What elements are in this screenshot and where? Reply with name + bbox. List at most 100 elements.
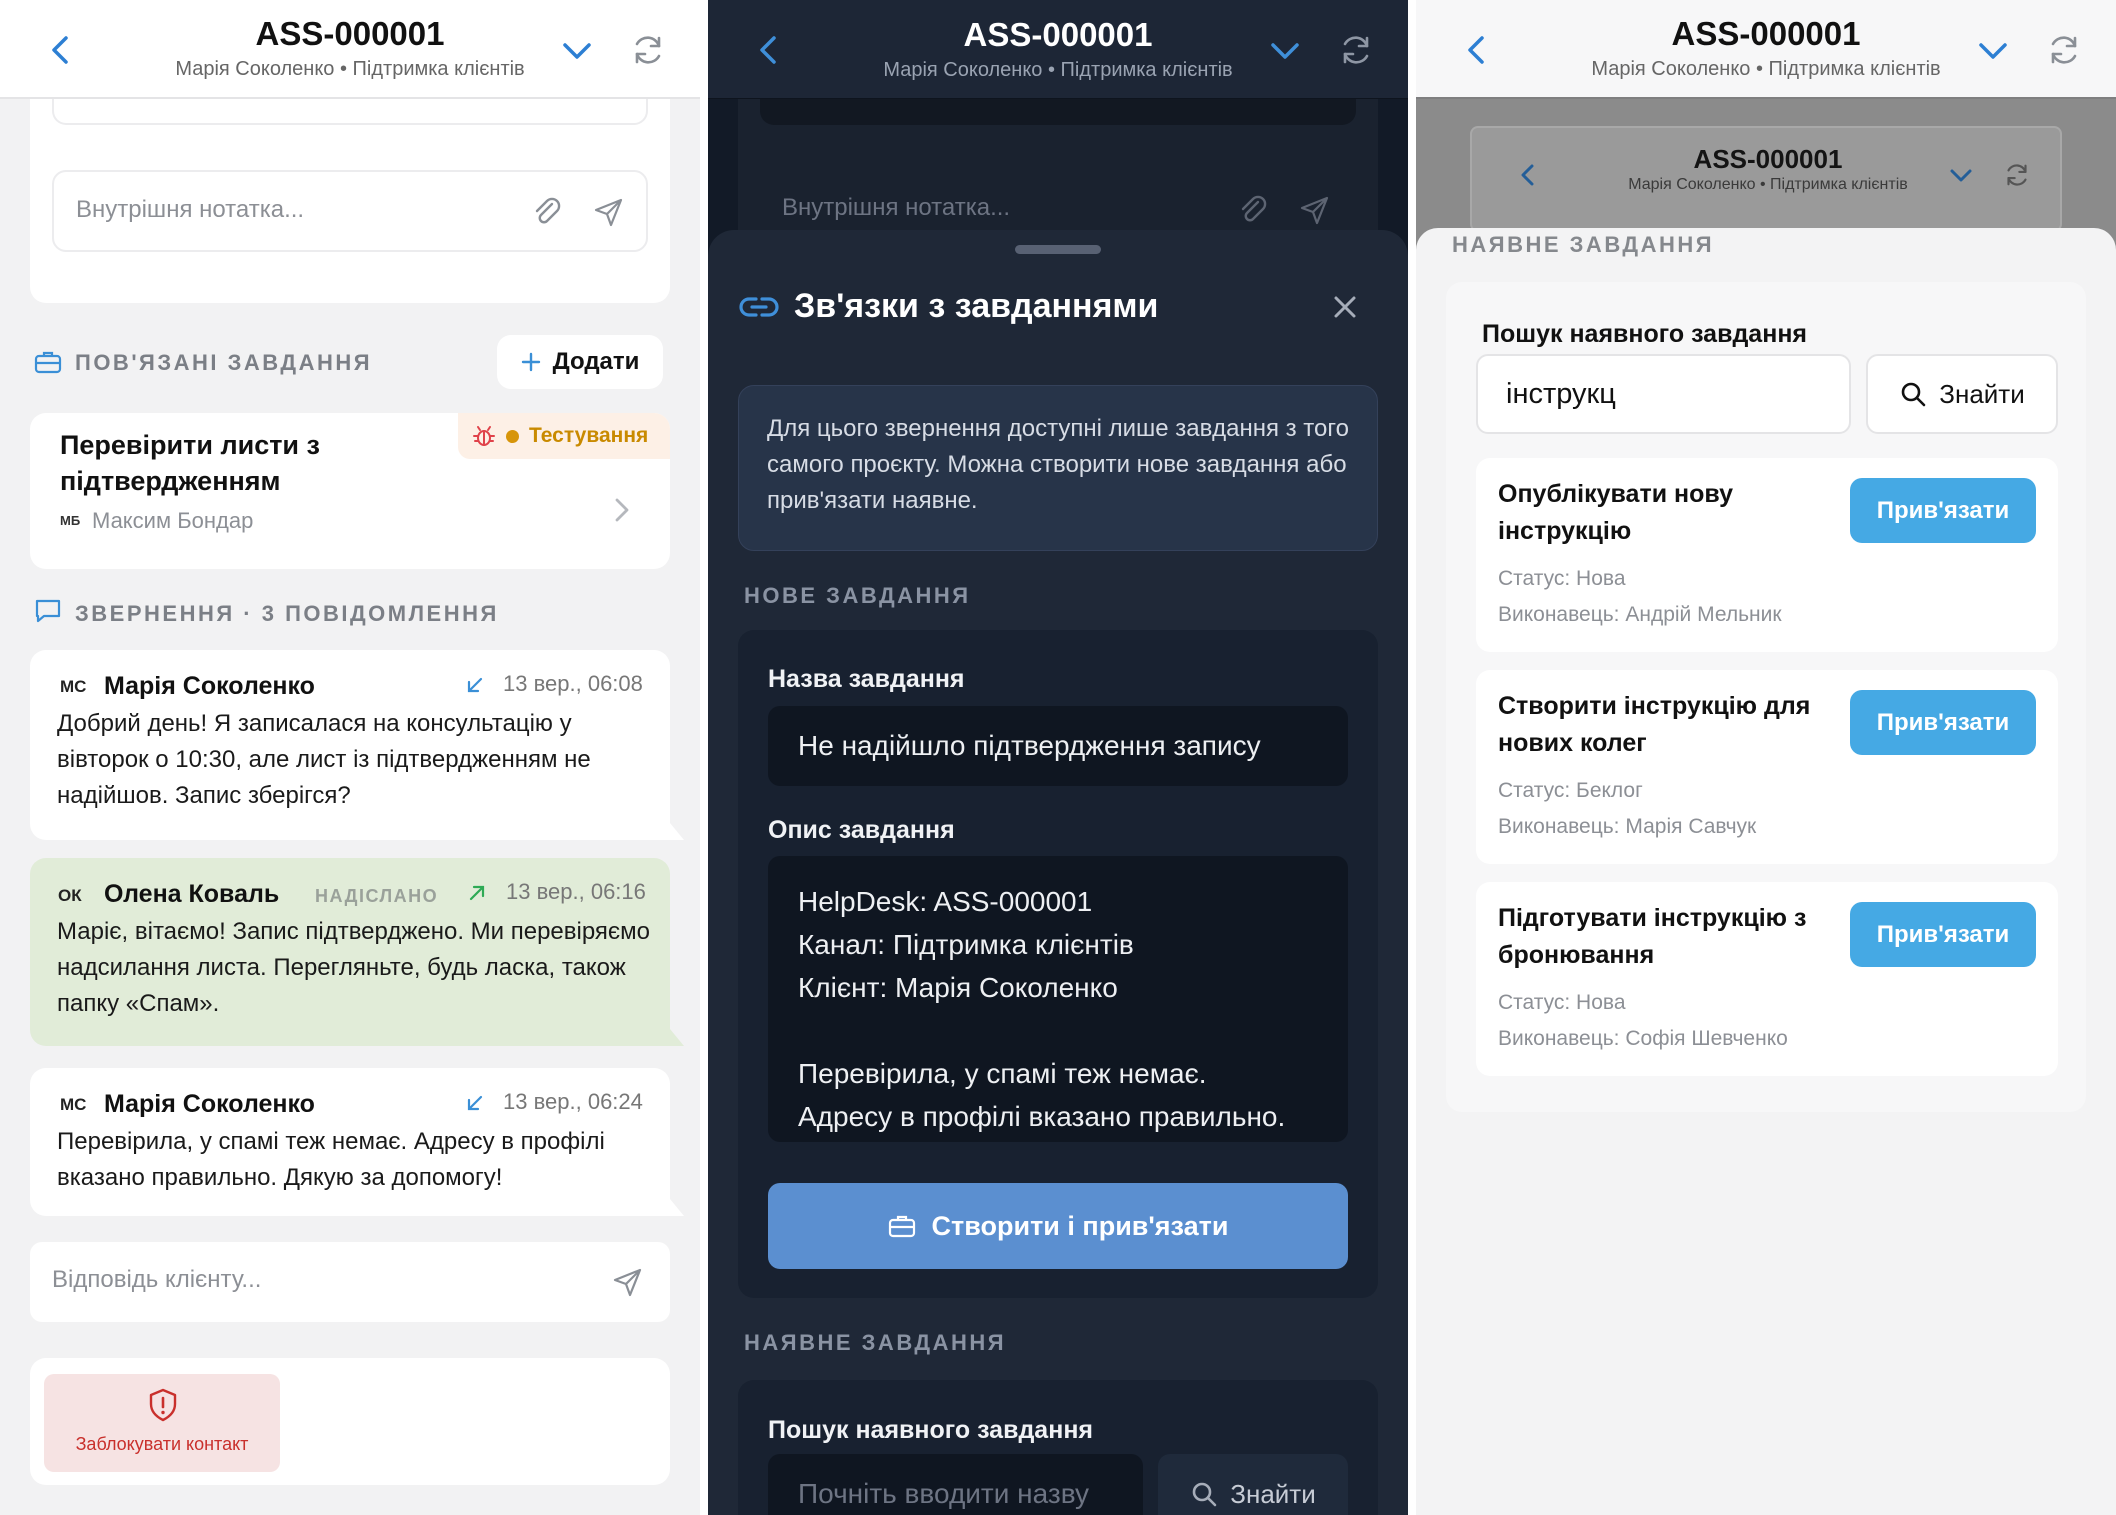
description-line: Канал: Підтримка клієнтів [798,929,1134,960]
ticket-header: ASS-000001 Марія Соколенко • Підтримка кл… [708,0,1408,99]
add-task-button[interactable]: Додати [497,335,663,389]
sync-icon [2000,158,2034,192]
description-line: HelpDesk: ASS-000001 [798,886,1093,917]
ticket-title: ASS-000001 [963,15,1153,53]
note-placeholder: Внутрішня нотатка... [76,196,305,223]
task-name-label: Назва завдання [768,665,965,693]
panel-ticket-light: ASS-000001 Марія Соколенко • Підтримка кл… [0,0,700,1515]
send-icon [1297,192,1333,228]
add-task-label: Додати [552,348,640,375]
description-line: Адресу в профілі вказано правильно. [798,1101,1286,1132]
panel-existing-task-search: ASS-000001 Марія Соколенко • Підтримка кл… [1416,0,2116,1515]
search-icon [1899,380,1927,408]
task-description-label: Опис завдання [768,816,955,844]
close-icon[interactable] [1328,290,1362,324]
search-result-item: Створити інструкцію для нових колег Стат… [1476,670,2058,864]
task-description-input[interactable]: HelpDesk: ASS-000001 Канал: Підтримка кл… [768,856,1348,1142]
message-text: Добрий день! Я записалася на консультаці… [57,710,591,809]
message-time: 13 вер., 06:16 [506,879,646,904]
message-author: Марія Соколенко [104,1090,315,1118]
send-icon[interactable] [591,194,627,230]
find-button[interactable]: Знайти [1158,1454,1348,1515]
paperclip-icon[interactable] [529,194,565,230]
status-dot [506,429,519,443]
result-title: Опублікувати нову інструкцію [1498,480,1734,545]
status-label: Тестування [529,424,649,447]
search-icon [1190,1480,1218,1508]
message-author: Олена Коваль [104,880,280,908]
bind-task-label: Прив'язати [1876,708,2010,736]
sync-icon[interactable] [2042,28,2086,72]
reply-input[interactable]: Відповідь клієнту... [30,1242,670,1322]
chat-icon [34,598,62,624]
ticket-subtitle: Марія Соколенко • Підтримка клієнтів [883,58,1233,81]
bubble-tail [670,823,684,840]
background-header-preview: ASS-000001 Марія Соколенко • Підтримка к… [1470,126,2062,232]
incoming-arrow-icon [464,1092,486,1114]
existing-task-section-title: НАЯВНЕ ЗАВДАННЯ [1452,232,1715,257]
task-search-input[interactable]: інструкц [1476,354,1851,434]
internal-note-input[interactable]: Внутрішня нотатка... [52,170,648,252]
task-name-value: Не надійшло підтвердження запису [798,730,1261,761]
ticket-title: ASS-000001 [255,15,445,52]
assignee-name: Максим Бондар [92,508,254,533]
chevron-down-icon[interactable] [1263,28,1307,72]
search-placeholder: Почніть вводити назву [798,1478,1089,1509]
bubble-tail [670,1029,684,1046]
search-value: інструкц [1506,378,1616,410]
sheet-drag-handle[interactable] [1015,245,1101,254]
result-title: Підготувати інструкцію з бронювання [1498,904,1807,969]
task-name-input[interactable]: Не надійшло підтвердження запису [768,706,1348,786]
block-contact-button[interactable]: Заблокувати контакт [44,1374,280,1472]
note-card: Внутрішня нотатка... [30,80,670,303]
bind-task-button[interactable]: Прив'язати [1850,690,2036,755]
shield-alert-icon [147,1388,179,1422]
message-text: Маріє, вітаємо! Запис підтверджено. Ми п… [57,918,651,1017]
bug-icon [472,424,496,448]
create-and-link-button[interactable]: Створити і прив'язати [768,1183,1348,1269]
back-chevron-icon[interactable] [1456,28,1500,72]
outgoing-arrow-icon [466,882,488,904]
result-assignee: Виконавець: Софія Шевченко [1498,1027,1788,1050]
linked-task-title: Перевірити листи з підтвердженням [60,430,320,496]
chevron-down-icon[interactable] [1971,28,2015,72]
send-icon[interactable] [610,1264,646,1300]
result-title: Створити інструкцію для нових колег [1498,692,1811,757]
result-status: Статус: Нова [1498,991,1626,1014]
link-icon [738,292,780,322]
sync-icon[interactable] [1334,28,1378,72]
task-links-sheet: Зв'язки з завданнями Для цього звернення… [708,230,1408,1515]
find-button[interactable]: Знайти [1866,354,2058,434]
chevron-down-icon[interactable] [555,28,599,72]
bind-task-button[interactable]: Прив'язати [1850,902,2036,967]
actions-card: Заблокувати контакт [30,1358,670,1485]
note-placeholder: Внутрішня нотатка... [782,194,1011,221]
existing-task-form: Пошук наявного завдання Почніть вводити … [738,1380,1378,1515]
back-chevron-icon[interactable] [40,28,84,72]
paperclip-icon [1235,192,1271,228]
description-line: Перевірила, у спамі теж немає. [798,1058,1207,1089]
messages-section-title: ЗВЕРНЕННЯ · 3 ПОВІДОМЛЕННЯ [75,601,499,626]
assignee-initials: МБ [60,513,81,528]
message-outgoing: ОК Олена Коваль НАДІСЛАНО 13 вер., 06:16… [30,858,670,1046]
sheet-title: Зв'язки з завданнями [794,287,1159,325]
back-chevron-icon[interactable] [748,28,792,72]
ticket-header: ASS-000001 Марія Соколенко • Підтримка кл… [0,0,700,99]
task-search-input[interactable]: Почніть вводити назву [768,1454,1143,1515]
search-result-item: Опублікувати нову інструкцію Статус: Нов… [1476,458,2058,652]
bind-task-button[interactable]: Прив'язати [1850,478,2036,543]
background-note-area: Внутрішня нотатка... [738,80,1378,240]
description-line: Клієнт: Марія Соколенко [798,972,1118,1003]
sync-icon[interactable] [626,28,670,72]
message-time: 13 вер., 06:08 [503,671,643,696]
sent-label: НАДІСЛАНО [315,886,439,906]
briefcase-icon [34,349,62,375]
avatar-initials: ОК [58,886,82,905]
bubble-tail [670,1199,684,1216]
chevron-down-icon [1944,158,1978,192]
info-text: Для цього звернення доступні лише завдан… [767,415,1349,514]
result-assignee: Виконавець: Марія Савчук [1498,815,1757,838]
message-time: 13 вер., 06:24 [503,1089,643,1114]
ticket-subtitle: Марія Соколенко • Підтримка клієнтів [1591,58,1941,80]
linked-task-card[interactable]: Перевірити листи з підтвердженням Тестув… [30,413,670,569]
